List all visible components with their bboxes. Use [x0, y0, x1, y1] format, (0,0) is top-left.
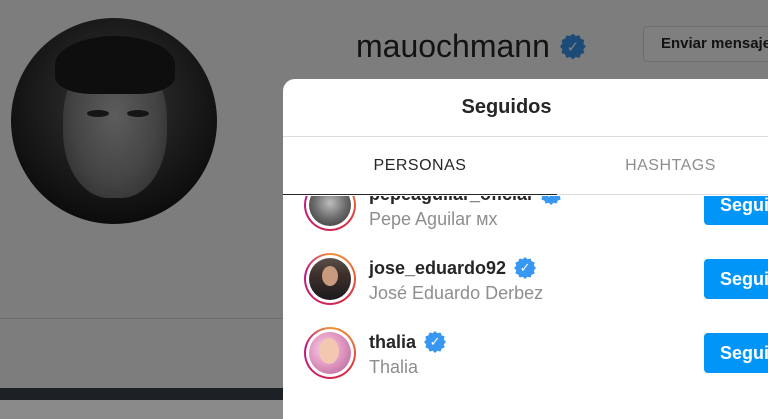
avatar[interactable] — [304, 196, 356, 231]
avatar[interactable] — [304, 327, 356, 379]
modal-title: Seguidos — [283, 79, 768, 137]
account-username-row: thalia ✓ — [369, 331, 447, 353]
account-full-name: Thalia — [369, 357, 419, 377]
list-item[interactable]: thalia ✓ Thalia Seguir — [283, 317, 768, 391]
avatar[interactable] — [304, 253, 356, 305]
tab-hashtags[interactable]: HASHTAGS — [557, 137, 768, 194]
verified-badge-icon: ✓ — [540, 196, 563, 205]
modal-tabs: PERSONAS HASHTAGS — [283, 137, 768, 195]
account-username[interactable]: jose_eduardo92 — [369, 258, 506, 279]
account-username[interactable]: thalia — [369, 332, 416, 353]
account-full-name: Pepe Aguilar мх — [369, 209, 498, 229]
account-full-name: José Eduardo Derbez — [369, 283, 544, 303]
account-username-row: pepeaguilar_oficial ✓ — [369, 196, 563, 205]
following-list[interactable]: pepeaguilar_oficial ✓ Pepe Aguilar мх Se… — [283, 196, 768, 419]
verified-badge-icon: ✓ — [424, 331, 447, 353]
follow-button[interactable]: Seguir — [704, 333, 768, 373]
list-item[interactable]: jose_eduardo92 ✓ José Eduardo Derbez Seg… — [283, 243, 768, 317]
follow-button[interactable]: Seguir — [704, 196, 768, 225]
verified-badge-icon: ✓ — [514, 257, 537, 279]
tab-personas[interactable]: PERSONAS — [283, 137, 557, 195]
list-item[interactable]: pepeaguilar_oficial ✓ Pepe Aguilar мх Se… — [283, 196, 768, 243]
account-username[interactable]: pepeaguilar_oficial — [369, 196, 532, 205]
account-username-row: jose_eduardo92 ✓ — [369, 257, 537, 279]
following-modal: Seguidos PERSONAS HASHTAGS pepeaguilar_o… — [283, 79, 768, 419]
follow-button[interactable]: Seguir — [704, 259, 768, 299]
